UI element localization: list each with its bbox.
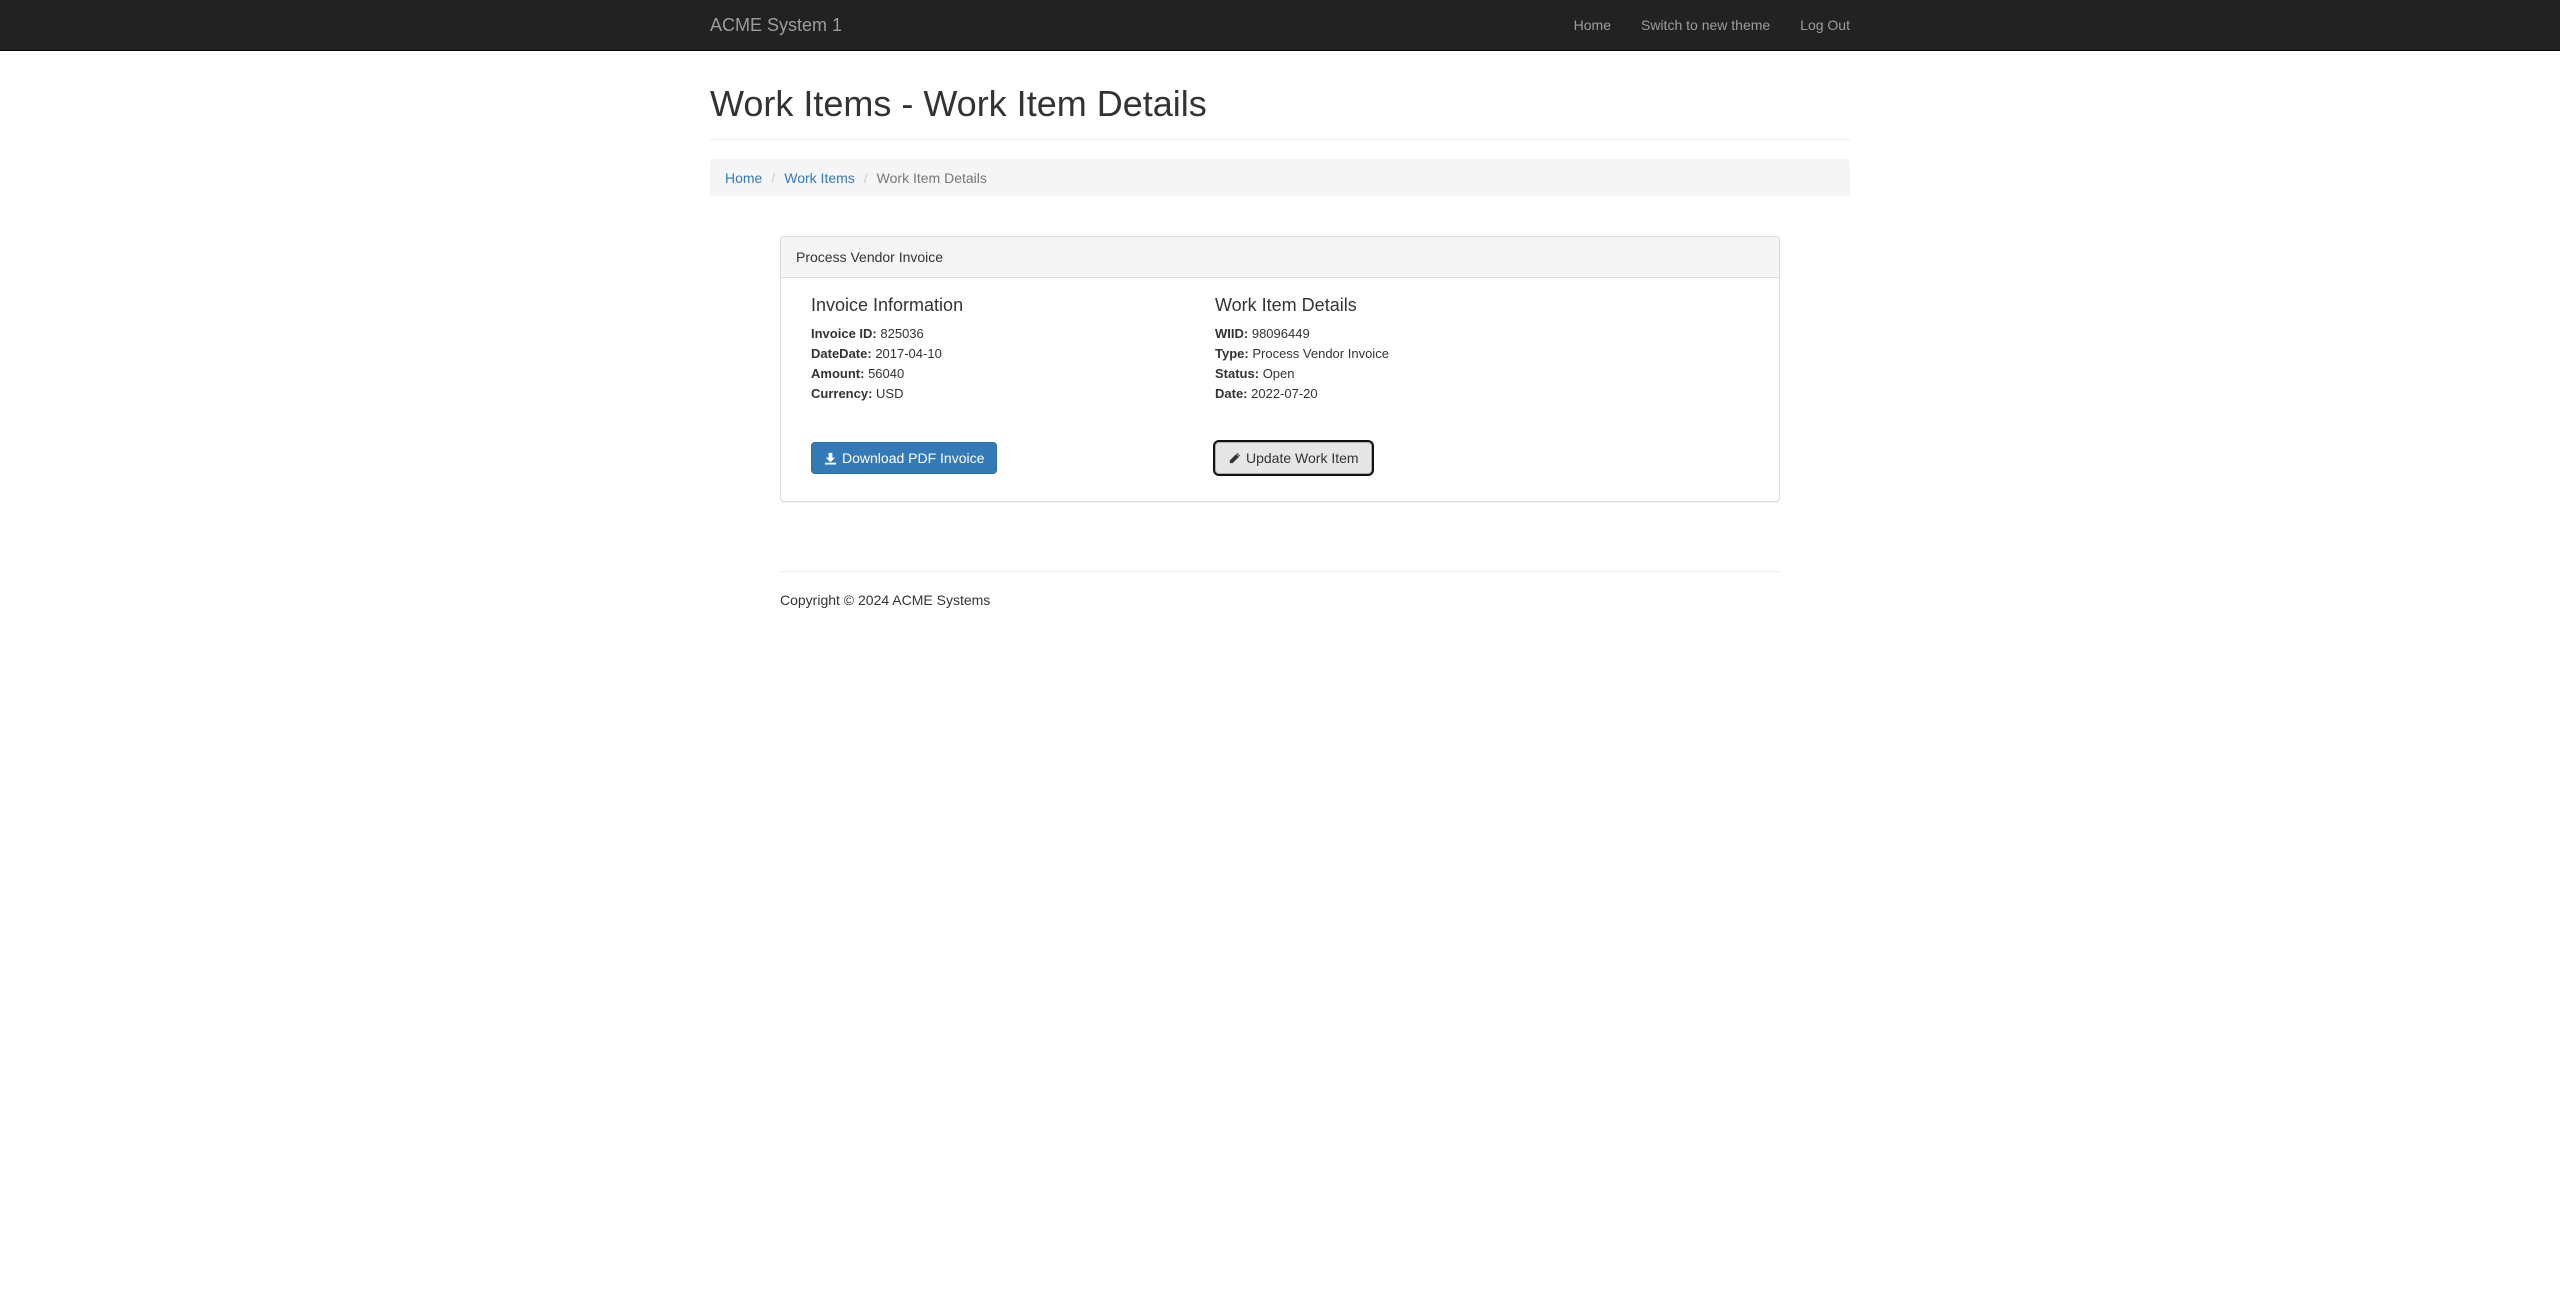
update-work-item-button[interactable]: Update Work Item bbox=[1213, 440, 1374, 476]
pencil-icon bbox=[1228, 452, 1241, 465]
invoice-currency-row: Currency: USD bbox=[811, 384, 963, 404]
invoice-amount-value: 56040 bbox=[868, 366, 905, 381]
field-label: Invoice ID: bbox=[811, 326, 877, 341]
field-label: WIID: bbox=[1215, 326, 1249, 341]
type-value: Process Vendor Invoice bbox=[1252, 346, 1389, 361]
work-item-details-title: Work Item Details bbox=[1215, 295, 1357, 315]
date-value: 2022-07-20 bbox=[1251, 386, 1318, 401]
wiid-value: 98096449 bbox=[1251, 326, 1310, 341]
update-button-label: Update Work Item bbox=[1246, 450, 1359, 466]
download-pdf-invoice-button[interactable]: Download PDF Invoice bbox=[811, 442, 998, 474]
field-label: Date: bbox=[1215, 386, 1248, 401]
field-label: Currency: bbox=[811, 386, 873, 401]
breadcrumb-work-items[interactable]: Work Items bbox=[784, 170, 855, 186]
footer: Copyright © 2024 ACME Systems bbox=[780, 571, 1780, 608]
field-label: Amount: bbox=[811, 366, 865, 381]
navbar-brand[interactable]: ACME System 1 bbox=[710, 0, 842, 50]
download-icon bbox=[824, 452, 837, 465]
field-label: DateDate: bbox=[811, 346, 872, 361]
download-button-label: Download PDF Invoice bbox=[842, 450, 985, 466]
status-value: Open bbox=[1262, 366, 1295, 381]
breadcrumb: Home / Work Items / Work Item Details bbox=[710, 159, 1850, 196]
invoice-id-value: 825036 bbox=[880, 326, 924, 341]
navbar-links: Home Switch to new theme Log Out bbox=[1574, 0, 1850, 50]
field-label: Type: bbox=[1215, 346, 1249, 361]
breadcrumb-separator: / bbox=[863, 169, 868, 186]
invoice-id-row: Invoice ID: 825036 bbox=[811, 324, 963, 344]
wiid-row: WIID: 98096449 bbox=[1215, 324, 1389, 344]
nav-home-link[interactable]: Home bbox=[1574, 0, 1611, 50]
type-row: Type: Process Vendor Invoice bbox=[1215, 344, 1389, 364]
invoice-information-section: Invoice Information Invoice ID: 825036 D… bbox=[811, 292, 963, 404]
nav-logout-link[interactable]: Log Out bbox=[1800, 0, 1850, 50]
work-item-details-section: Work Item Details WIID: 98096449 Type: P… bbox=[1215, 292, 1389, 404]
status-row: Status: Open bbox=[1215, 364, 1389, 384]
invoice-currency-value: USD bbox=[876, 386, 904, 401]
copyright-text: Copyright © 2024 ACME Systems bbox=[780, 592, 991, 608]
work-item-panel: Process Vendor Invoice Invoice Informati… bbox=[780, 236, 1780, 502]
top-navbar: ACME System 1 Home Switch to new theme L… bbox=[0, 0, 2560, 51]
breadcrumb-current: Work Item Details bbox=[876, 169, 987, 186]
date-row: Date: 2022-07-20 bbox=[1215, 384, 1389, 404]
field-label: Status: bbox=[1215, 366, 1260, 381]
nav-switch-theme-link[interactable]: Switch to new theme bbox=[1641, 0, 1770, 50]
panel-heading: Process Vendor Invoice bbox=[781, 237, 1779, 278]
breadcrumb-separator: / bbox=[771, 169, 776, 186]
page-title: Work Items - Work Item Details bbox=[710, 83, 1207, 124]
invoice-date-row: DateDate: 2017-04-10 bbox=[811, 344, 963, 364]
invoice-information-title: Invoice Information bbox=[811, 295, 964, 315]
invoice-date-value: 2017-04-10 bbox=[875, 346, 942, 361]
page-header: Work Items - Work Item Details bbox=[710, 84, 1850, 140]
breadcrumb-home[interactable]: Home bbox=[725, 170, 762, 186]
invoice-amount-row: Amount: 56040 bbox=[811, 364, 963, 384]
